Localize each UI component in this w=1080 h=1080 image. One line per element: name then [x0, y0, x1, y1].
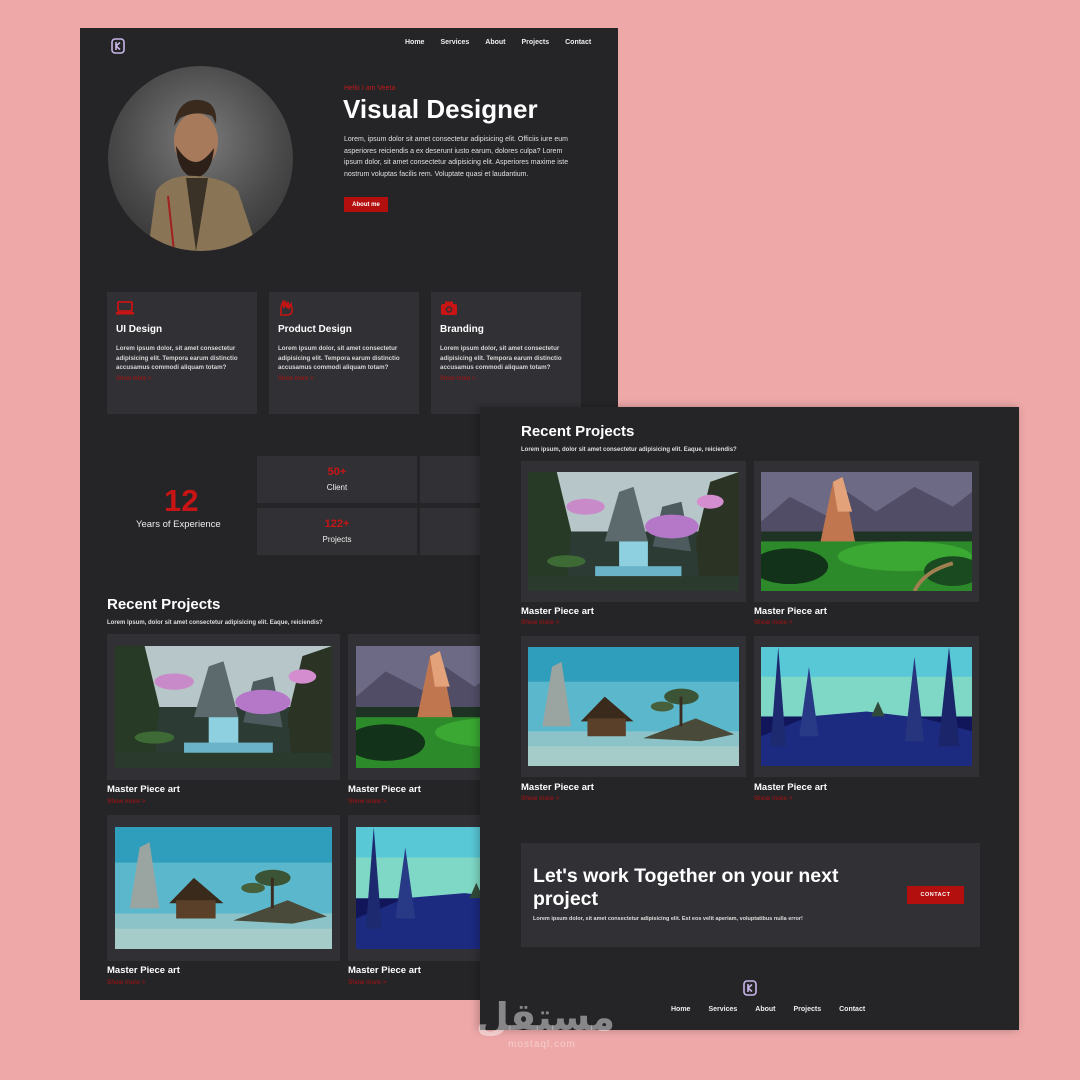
section-title: Recent Projects: [521, 423, 635, 440]
cta-banner: Let's work Together on your next project…: [521, 843, 980, 947]
project-title: Master Piece art: [754, 782, 827, 793]
hand-icon: [280, 300, 293, 316]
footer-nav-services[interactable]: Services: [708, 1006, 737, 1013]
nav-about[interactable]: About: [485, 39, 505, 46]
logo-icon[interactable]: [111, 38, 125, 54]
project-card[interactable]: [107, 634, 340, 780]
project-title: Master Piece art: [754, 606, 827, 617]
project-card[interactable]: [754, 636, 979, 777]
project-show-more-link[interactable]: Show more >: [348, 979, 386, 986]
project-show-more-link[interactable]: Show more >: [521, 619, 559, 626]
service-text: Lorem ipsum dolor, sit amet consectetur …: [440, 345, 562, 371]
stat-label: Projects: [322, 535, 352, 544]
service-title: UI Design: [116, 324, 163, 335]
project-show-more-link[interactable]: Show more >: [107, 798, 145, 805]
camera-icon: [441, 301, 457, 315]
nav-projects[interactable]: Projects: [521, 39, 549, 46]
service-text: Lorem ipsum dolor, sit amet consectetur …: [278, 345, 400, 371]
project-card[interactable]: [521, 461, 746, 602]
project-artwork: [115, 646, 332, 768]
project-show-more-link[interactable]: Show more >: [107, 979, 145, 986]
project-title: Master Piece art: [521, 782, 594, 793]
about-me-button[interactable]: About me: [344, 197, 388, 212]
landing-page-projects-section: Recent Projects Lorem ipsum, dolor sit a…: [480, 407, 1019, 1030]
project-artwork: [761, 472, 972, 591]
contact-button[interactable]: CONTACT: [907, 886, 964, 904]
project-card[interactable]: [521, 636, 746, 777]
stat-projects: 122+ Projects: [257, 508, 417, 555]
project-show-more-link[interactable]: Show more >: [348, 798, 386, 805]
section-subtitle: Lorem ipsum, dolor sit amet consectetur …: [107, 620, 323, 626]
service-card-product-design: Product Design Lorem ipsum dolor, sit am…: [269, 292, 419, 414]
laptop-icon: [116, 301, 134, 315]
project-artwork: [115, 827, 332, 949]
hero-greeting: Hello I am Veeta: [344, 85, 396, 92]
project-card[interactable]: [107, 815, 340, 961]
stat-label: Client: [326, 483, 348, 492]
hero-title: Visual Designer: [343, 94, 538, 124]
project-artwork: [528, 472, 739, 591]
project-title: Master Piece art: [107, 784, 180, 795]
stat-number: 122+: [324, 518, 350, 530]
section-subtitle: Lorem ipsum, dolor sit amet consectetur …: [521, 447, 737, 453]
profile-photo: [108, 66, 293, 251]
project-artwork: [528, 647, 739, 766]
watermark-arabic-text: مستقل: [476, 995, 615, 1039]
nav-contact[interactable]: Contact: [565, 39, 591, 46]
hero-description: Lorem, ipsum dolor sit amet consectetur …: [344, 136, 569, 178]
cta-title: Let's work Together on your next project: [533, 865, 839, 910]
project-card[interactable]: [754, 461, 979, 602]
service-show-more-link[interactable]: Show more >: [440, 376, 476, 382]
cta-text: Lorem ipsum dolor, sit amet consectetur …: [533, 916, 803, 922]
service-card-branding: Branding Lorem ipsum dolor, sit amet con…: [431, 292, 581, 414]
service-title: Product Design: [278, 324, 352, 335]
experience-label: Years of Experience: [136, 519, 221, 530]
footer-nav-projects[interactable]: Projects: [793, 1006, 821, 1013]
section-title: Recent Projects: [107, 596, 221, 613]
project-title: Master Piece art: [521, 606, 594, 617]
nav-home[interactable]: Home: [405, 39, 424, 46]
project-show-more-link[interactable]: Show more >: [754, 619, 792, 626]
stat-clients: 50+ Client: [257, 456, 417, 503]
footer-nav-contact[interactable]: Contact: [839, 1006, 865, 1013]
stat-number: 50+: [327, 466, 347, 478]
project-artwork: [761, 647, 972, 766]
footer-nav-home[interactable]: Home: [671, 1006, 690, 1013]
service-show-more-link[interactable]: Show more >: [116, 376, 152, 382]
project-title: Master Piece art: [107, 965, 180, 976]
project-title: Master Piece art: [348, 965, 421, 976]
top-nav: Home Services About Projects Contact: [405, 39, 591, 46]
watermark-domain: mostaql.com: [508, 1039, 576, 1050]
project-show-more-link[interactable]: Show more >: [521, 795, 559, 802]
service-title: Branding: [440, 324, 484, 335]
service-show-more-link[interactable]: Show more >: [278, 376, 314, 382]
footer-logo-icon[interactable]: [743, 980, 757, 996]
service-card-ui-design: UI Design Lorem ipsum dolor, sit amet co…: [107, 292, 257, 414]
project-title: Master Piece art: [348, 784, 421, 795]
service-text: Lorem ipsum dolor, sit amet consectetur …: [116, 345, 238, 371]
project-show-more-link[interactable]: Show more >: [754, 795, 792, 802]
footer-nav-about[interactable]: About: [755, 1006, 775, 1013]
watermark-logo: مستقل mostaql.com: [476, 995, 615, 1055]
experience-number: 12: [164, 483, 199, 518]
footer-nav: Home Services About Projects Contact: [671, 1006, 865, 1013]
nav-services[interactable]: Services: [440, 39, 469, 46]
